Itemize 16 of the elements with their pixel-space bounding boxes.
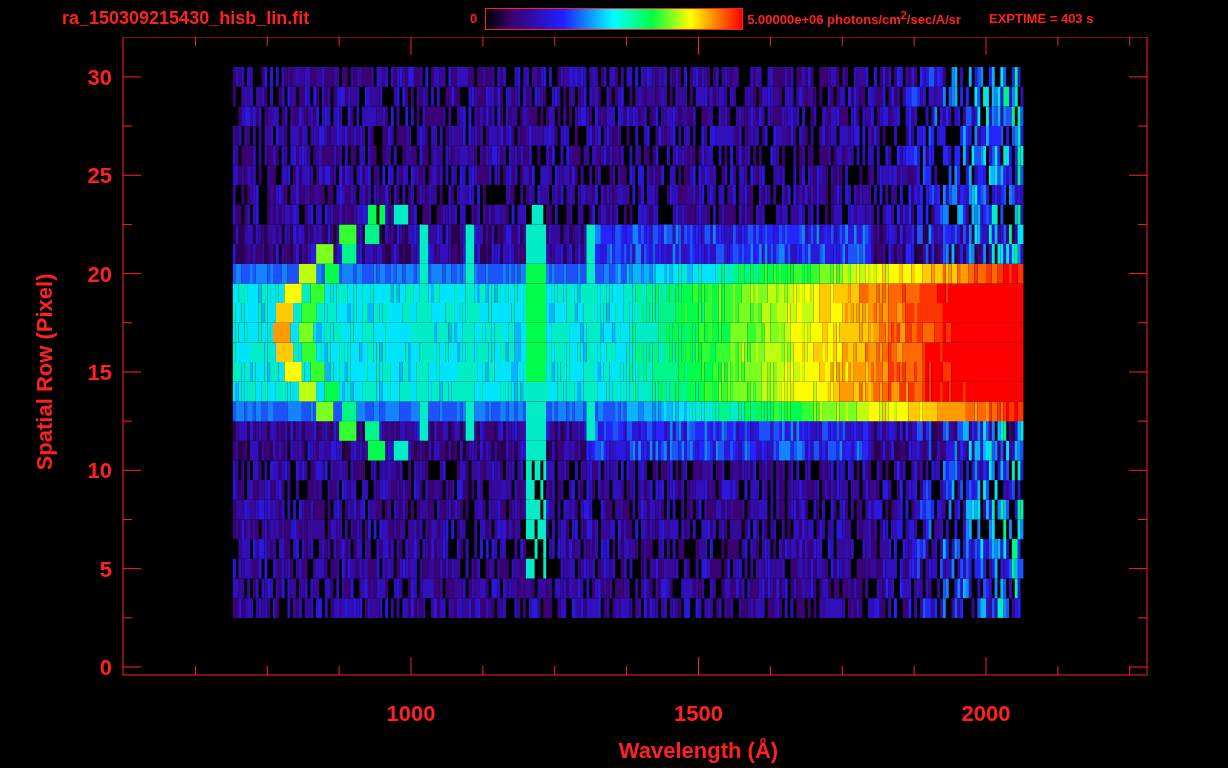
y-tick-label: 15 xyxy=(87,359,112,385)
x-axis-label: Wavelength (Å) xyxy=(618,738,779,763)
x-tick-label: 1000 xyxy=(386,701,436,726)
colorbar-min-label: 0 xyxy=(470,11,478,26)
y-tick-label: 25 xyxy=(87,163,112,189)
y-axis-label: Spatial Row (Pixel) xyxy=(32,273,57,471)
colorbar-max-label: 5.00000e+06 photons/cm$^{2}$/sec/A/sr xyxy=(747,9,962,28)
x-tick-label: 1500 xyxy=(674,701,723,726)
x-tick-label: 2000 xyxy=(961,701,1011,726)
y-tick-label: 5 xyxy=(99,556,112,582)
y-tick-label: 10 xyxy=(87,458,112,484)
y-tick-label: 0 xyxy=(99,655,112,680)
exposure-time: EXPTIME = 403 s xyxy=(989,11,1094,26)
y-tick-label: 20 xyxy=(87,261,112,287)
file-title: ra_150309215430_hisb_lin.fit xyxy=(62,8,311,29)
y-tick-label: 30 xyxy=(87,64,112,90)
